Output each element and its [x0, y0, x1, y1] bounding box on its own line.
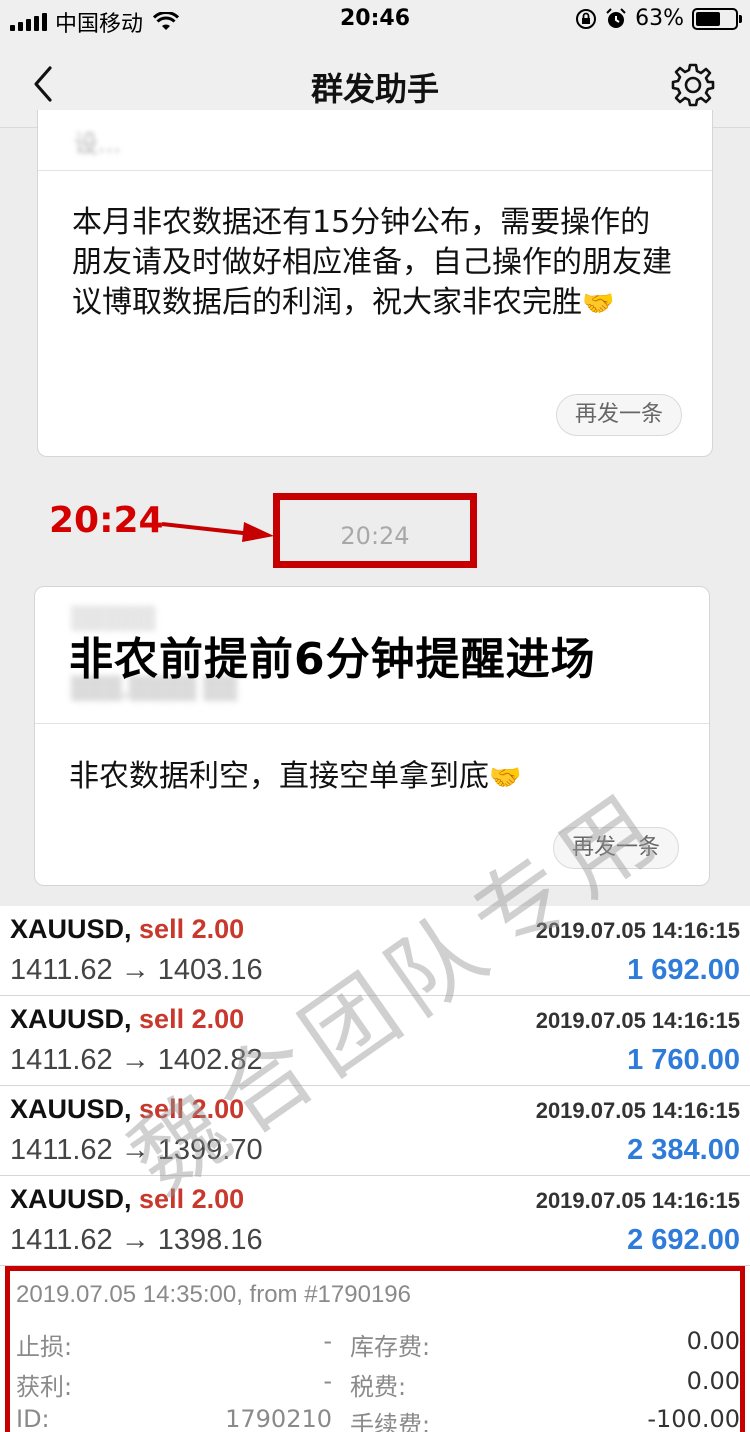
- trade-symbol: XAUUSD,: [10, 1004, 132, 1034]
- trade-profit: 2 384.00: [627, 1134, 740, 1166]
- trade-symbol-line: XAUUSD, sell 2.00: [10, 914, 244, 945]
- annotation-time: 20:24: [49, 500, 164, 541]
- detail-value: 1790210: [225, 1405, 332, 1432]
- trade-price: 1411.62 → 1403.16: [10, 954, 263, 986]
- trade-side: sell 2.00: [139, 1094, 245, 1124]
- status-right: 63%: [575, 6, 742, 31]
- detail-label: 库存费:: [350, 1333, 431, 1361]
- message-text: 非农数据利空，直接空单拿到底: [69, 759, 489, 794]
- orientation-lock-icon: [576, 8, 597, 29]
- status-bar: 中国移动 20:46 63%: [0, 0, 750, 40]
- detail-label: ID:: [16, 1405, 50, 1432]
- trade-symbol-line: XAUUSD, sell 2.00: [10, 1184, 244, 1215]
- trade-symbol-line: XAUUSD, sell 2.00: [10, 1004, 244, 1035]
- card-divider: [35, 723, 709, 724]
- trade-date: 2019.07.05 14:16:15: [535, 1188, 740, 1213]
- detail-label: 止损:: [16, 1333, 73, 1361]
- detail-value: -: [323, 1367, 332, 1395]
- detail-header: 2019.07.05 14:35:00, from #1790196: [16, 1281, 411, 1308]
- trade-detail-highlight: 2019.07.05 14:35:00, from #1790196 止损: -…: [5, 1266, 745, 1432]
- annotation-arrow-icon: [161, 522, 274, 542]
- detail-label: 获利:: [16, 1373, 73, 1401]
- battery-percent: 63%: [635, 6, 684, 31]
- detail-value: -100.00: [647, 1405, 740, 1432]
- detail-row: ID: 1790210 手续费: -100.00: [10, 1405, 740, 1432]
- trade-row[interactable]: XAUUSD, sell 2.00 2019.07.05 14:16:15 14…: [0, 1176, 750, 1266]
- card-message: 本月非农数据还有15分钟公布，需要操作的朋友请及时做好相应准备，自己操作的朋友建…: [72, 203, 672, 324]
- trade-symbol: XAUUSD,: [10, 914, 132, 944]
- trade-symbol: XAUUSD,: [10, 1184, 132, 1214]
- trade-symbol-line: XAUUSD, sell 2.00: [10, 1094, 244, 1125]
- detail-row: 止损: - 库存费: 0.00: [10, 1327, 740, 1367]
- trade-price: 1411.62 → 1402.82: [10, 1044, 263, 1076]
- detail-value: -: [323, 1327, 332, 1355]
- detail-row: 获利: - 税费: 0.00: [10, 1367, 740, 1407]
- card-blurred-header: 设...: [74, 130, 121, 158]
- card-message: 非农数据利空，直接空单拿到底🤝: [69, 757, 521, 798]
- detail-label: 手续费:: [350, 1411, 431, 1432]
- gear-icon[interactable]: [670, 62, 716, 108]
- trade-row[interactable]: XAUUSD, sell 2.00 2019.07.05 14:16:15 14…: [0, 1086, 750, 1176]
- trade-profit: 1 692.00: [627, 954, 740, 986]
- card-headline: 非农前提前6分钟提醒进场: [69, 634, 596, 685]
- timestamp-highlight: 20:24: [273, 493, 477, 568]
- broadcast-card-2: ▒▒▒▒▒ ▒▒▒,▒▒▒▒ ▒▒ 非农前提前6分钟提醒进场 非农数据利空，直接…: [34, 586, 710, 886]
- card-divider: [38, 170, 712, 171]
- trade-date: 2019.07.05 14:16:15: [535, 1098, 740, 1123]
- trade-row[interactable]: XAUUSD, sell 2.00 2019.07.05 14:16:15 14…: [0, 906, 750, 996]
- battery-icon: [692, 7, 742, 30]
- broadcast-card-1: 设... 本月非农数据还有15分钟公布，需要操作的朋友请及时做好相应准备，自己操…: [37, 110, 713, 457]
- trade-price: 1411.62 → 1398.16: [10, 1224, 263, 1256]
- detail-value: 0.00: [686, 1327, 740, 1355]
- trade-price: 1411.62 → 1399.70: [10, 1134, 263, 1166]
- resend-button[interactable]: 再发一条: [553, 827, 679, 869]
- trade-symbol: XAUUSD,: [10, 1094, 132, 1124]
- trade-profit: 2 692.00: [627, 1224, 740, 1256]
- detail-value: 0.00: [686, 1367, 740, 1395]
- resend-button[interactable]: 再发一条: [556, 394, 682, 436]
- trade-profit: 1 760.00: [627, 1044, 740, 1076]
- trade-row[interactable]: XAUUSD, sell 2.00 2019.07.05 14:16:15 14…: [0, 996, 750, 1086]
- trade-date: 2019.07.05 14:16:15: [535, 918, 740, 943]
- trade-date: 2019.07.05 14:16:15: [535, 1008, 740, 1033]
- timestamp-label: 20:24: [340, 522, 410, 550]
- handshake-icon: 🤝: [582, 289, 615, 319]
- page-title: 群发助手: [310, 70, 439, 108]
- handshake-icon: 🤝: [489, 763, 522, 793]
- trade-side: sell 2.00: [139, 1004, 245, 1034]
- trade-side: sell 2.00: [139, 1184, 245, 1214]
- alarm-icon: [606, 7, 626, 28]
- detail-label: 税费:: [350, 1373, 407, 1401]
- trade-side: sell 2.00: [139, 914, 245, 944]
